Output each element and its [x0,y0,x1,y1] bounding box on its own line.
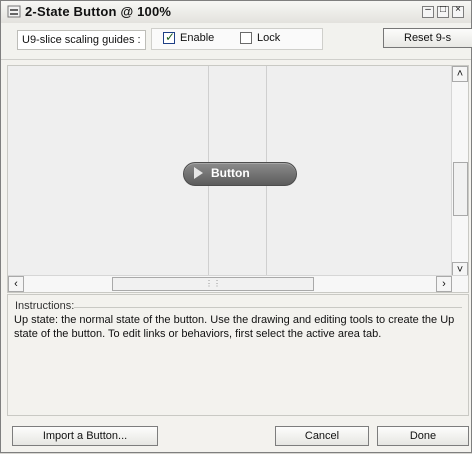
instructions-heading: Instructions: [15,300,75,312]
check-icon: ✓ [165,30,176,44]
scroll-left-arrow-icon[interactable]: ‹ [8,276,24,292]
lock-checkbox[interactable] [240,32,252,44]
guides-toolbar: U9-slice scaling guides : ✓ Enable Lock … [1,23,472,60]
maximize-button[interactable]: □ [437,4,449,18]
stage-button[interactable]: Button [183,162,297,186]
horizontal-scrollbar[interactable]: ‹ ⋮⋮ › [8,275,468,292]
cancel-button[interactable]: Cancel [275,426,369,446]
minimize-button[interactable]: – [422,4,434,18]
close-icon: × [455,4,461,15]
instructions-text: Up state: the normal state of the button… [14,314,455,340]
close-button[interactable]: × [452,4,464,18]
stage-canvas[interactable]: Button ˄ ˅ ‹ ⋮⋮ › [7,65,469,293]
done-button[interactable]: Done [377,426,469,446]
scroll-up-arrow-icon[interactable]: ˄ [452,66,468,82]
stage-button-label: Button [211,166,250,180]
horizontal-scroll-thumb[interactable]: ⋮⋮ [112,277,314,291]
instructions-divider [74,307,462,308]
vertical-scrollbar[interactable]: ˄ ˅ [451,66,468,278]
instructions-panel: Instructions: Up state: the normal state… [7,294,469,416]
canvas-area: Button [8,66,452,278]
title-bar: 2-State Button @ 100% – □ × [1,1,471,24]
minimize-icon: – [425,4,431,15]
maximize-icon: □ [439,4,447,15]
play-icon [194,167,203,179]
import-button[interactable]: Import a Button... [12,426,158,446]
nine-slice-label: U9-slice scaling guides : [17,30,146,50]
enable-checkbox[interactable]: ✓ [163,30,176,44]
vertical-scroll-thumb[interactable] [453,162,468,216]
window-title: 2-State Button @ 100% [25,4,172,19]
enable-label: Enable [180,32,215,44]
lock-label: Lock [257,32,281,44]
scroll-right-arrow-icon[interactable]: › [436,276,452,292]
dialog-buttons: Import a Button... Cancel Done [1,414,471,454]
nine-slice-options: ✓ Enable Lock [151,28,323,50]
button-editor-window: 2-State Button @ 100% – □ × U9-slice sca… [0,0,472,453]
button-editor-icon [7,5,21,18]
reset-nine-slice-button[interactable]: Reset 9-s [383,28,472,48]
